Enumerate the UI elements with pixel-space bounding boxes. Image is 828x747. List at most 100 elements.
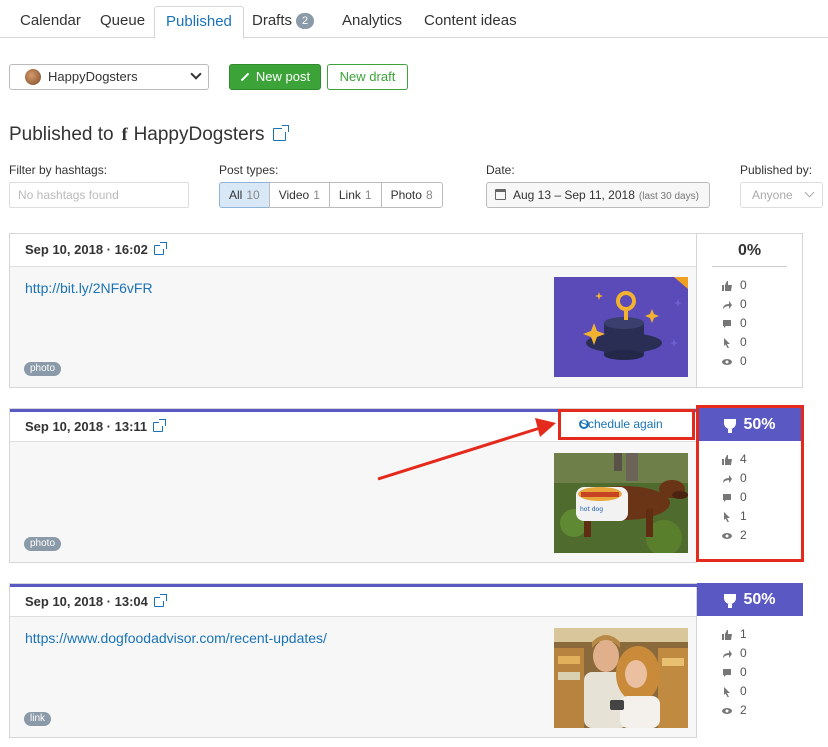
page-title: Published to f HappyDogsters (9, 124, 289, 146)
account-select[interactable]: HappyDogsters (9, 64, 209, 90)
external-link-icon[interactable] (153, 242, 167, 255)
post-type-tag: photo (24, 362, 62, 376)
post-body: Sep 10, 2018 · 13:04 https://www.dogfood… (9, 583, 698, 738)
post-type-count: 8 (425, 188, 433, 202)
post-type-label: All (229, 188, 243, 202)
click-icon (724, 687, 730, 697)
tab-queue[interactable]: Queue (89, 6, 156, 38)
post-type-label: Photo (390, 188, 422, 202)
post-type-all[interactable]: All 10 (219, 182, 270, 208)
stat-views: 0 (697, 352, 802, 371)
new-draft-label: New draft (339, 69, 396, 84)
new-draft-button[interactable]: New draft (327, 64, 408, 90)
post-thumbnail-shoppers[interactable] (554, 628, 688, 728)
post-thumbnail-dog[interactable]: hot dog (554, 453, 688, 553)
stat-views: 2 (697, 701, 803, 720)
post-date: Sep 10, 2018 · 16:02 (25, 242, 148, 257)
post-type-count: 10 (246, 188, 260, 202)
stat-value: 0 (740, 354, 747, 368)
tab-calendar[interactable]: Calendar (9, 6, 92, 38)
external-link-icon[interactable] (272, 125, 289, 141)
like-icon (722, 281, 732, 291)
view-icon (722, 708, 732, 714)
facebook-icon: f (121, 124, 128, 144)
tab-bar: Calendar Queue Published Drafts 2 Analyti… (0, 0, 828, 39)
schedule-again-label: Schedule again (580, 417, 663, 431)
stat-value: 0 (740, 684, 747, 698)
stat-value: 0 (740, 646, 747, 660)
stat-clicks: 0 (697, 333, 802, 352)
post-link[interactable]: http://bit.ly/2NF6vFR (25, 280, 153, 296)
post-date: Sep 10, 2018 · 13:04 (25, 594, 148, 609)
share-icon (723, 650, 732, 658)
post-type-count: 1 (313, 188, 320, 202)
post-type-link[interactable]: Link 1 (328, 182, 382, 208)
tab-label: Published (166, 13, 232, 30)
post-type-label: Link (338, 188, 361, 202)
post-types-filter: All 10 Video 1 Link 1 Photo 8 (219, 182, 443, 208)
post-score: 50% (743, 591, 776, 608)
date-range-hint: (last 30 days) (638, 191, 699, 202)
tab-content-ideas[interactable]: Content ideas (413, 6, 528, 38)
hashtag-filter-label: Filter by hashtags: (9, 163, 108, 177)
post-types-label: Post types: (219, 163, 279, 177)
post-date: Sep 10, 2018 · 13:11 (25, 419, 148, 434)
page-title-prefix: Published to (9, 124, 114, 145)
stat-value: 0 (740, 335, 747, 349)
stat-value: 1 (740, 627, 747, 641)
hashtag-filter-input[interactable]: No hashtags found (9, 182, 189, 208)
tab-analytics[interactable]: Analytics (331, 6, 413, 38)
published-by-value: Anyone (752, 188, 793, 202)
post-type-photo[interactable]: Photo 8 (380, 182, 443, 208)
calendar-icon (495, 189, 506, 200)
tab-label: Drafts (252, 12, 293, 29)
published-by-label: Published by: (740, 163, 813, 177)
post-score-winner: 50% (697, 583, 803, 616)
stat-value: 0 (740, 316, 747, 330)
post-type-label: Video (278, 188, 310, 202)
tab-label: Analytics (342, 12, 403, 29)
tab-label: Calendar (20, 12, 81, 29)
highlight-box (696, 405, 804, 562)
post-thumbnail-hat[interactable] (554, 277, 688, 377)
chevron-down-icon (804, 187, 815, 198)
post-stats: 0% 0 0 0 0 0 (697, 233, 803, 388)
post-type-tag: link (24, 712, 52, 726)
view-icon (722, 359, 732, 365)
external-link-icon[interactable] (153, 419, 167, 432)
comment-icon (723, 320, 731, 328)
share-icon (723, 301, 732, 309)
pencil-icon (240, 72, 250, 82)
shirt-print: hot dog (580, 506, 603, 513)
stat-value: 0 (740, 297, 747, 311)
post-score: 0% (712, 234, 787, 267)
stat-comments: 0 (697, 314, 802, 333)
stat-shares: 0 (697, 644, 803, 663)
post-type-video[interactable]: Video 1 (268, 182, 330, 208)
tab-label: Content ideas (424, 12, 517, 29)
post-header: Sep 10, 2018 · 13:04 (10, 587, 696, 617)
tab-label: Queue (100, 12, 146, 29)
post-header: Sep 10, 2018 · 16:02 (10, 234, 696, 267)
external-link-icon[interactable] (153, 594, 167, 607)
page-title-account: HappyDogsters (133, 124, 265, 145)
tab-published[interactable]: Published (154, 6, 244, 39)
click-icon (724, 338, 730, 348)
comment-icon (723, 669, 731, 677)
schedule-again-button[interactable]: Schedule again (558, 409, 695, 440)
date-range-picker[interactable]: Aug 13 – Sep 11, 2018 (last 30 days) (486, 182, 710, 208)
post-link[interactable]: https://www.dogfoodadvisor.com/recent-up… (25, 630, 327, 646)
drafts-count-badge: 2 (296, 13, 315, 29)
post-stats: 50% 1 0 0 0 2 (697, 583, 803, 738)
account-avatar (25, 69, 41, 85)
post-type-count: 1 (364, 188, 372, 202)
post-card: Sep 10, 2018 · 13:04 https://www.dogfood… (9, 583, 803, 738)
stat-likes: 1 (697, 625, 803, 644)
date-range-value: Aug 13 – Sep 11, 2018 (513, 188, 635, 202)
published-by-select[interactable]: Anyone (740, 182, 823, 208)
account-name: HappyDogsters (48, 69, 138, 84)
new-post-button[interactable]: New post (229, 64, 321, 90)
stat-value: 0 (740, 665, 747, 679)
tab-drafts[interactable]: Drafts 2 (241, 6, 325, 38)
like-icon (722, 630, 732, 640)
